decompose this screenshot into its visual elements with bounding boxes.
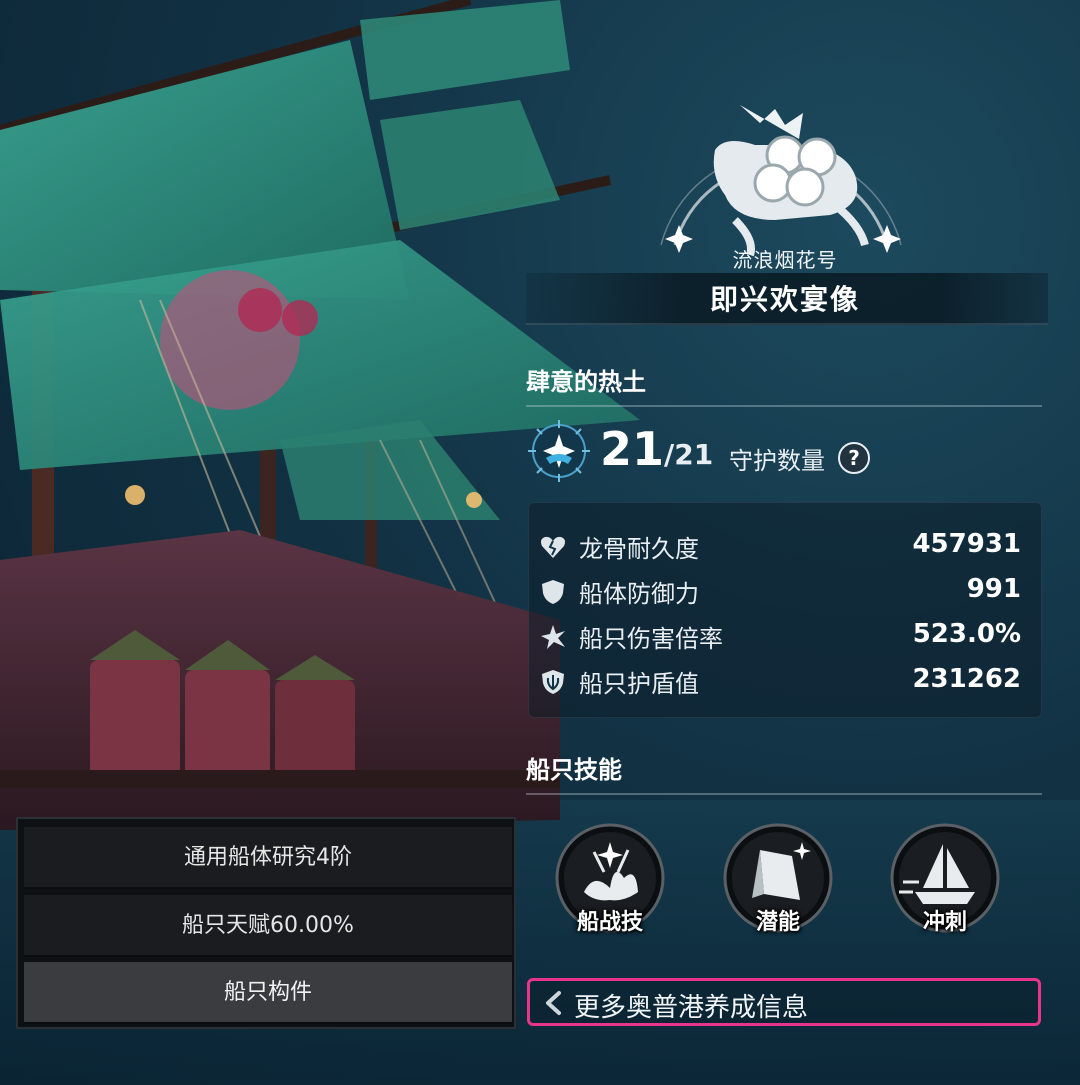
stat-label: 船体防御力 xyxy=(579,580,699,608)
stat-label: 船只伤害倍率 xyxy=(579,625,723,653)
stat-row-shield-value: 船只护盾值 231262 xyxy=(529,660,1043,700)
stat-label: 龙骨耐久度 xyxy=(579,535,699,563)
skill-label: 船战技 xyxy=(576,910,643,935)
menu-item-ship-talent[interactable]: 船只天赋60.00% xyxy=(24,895,512,957)
more-info-button[interactable]: 更多奥普港养成信息 xyxy=(527,978,1041,1026)
menu-item-ship-components[interactable]: 船只构件 xyxy=(24,962,512,1024)
stat-value: 991 xyxy=(966,574,1021,604)
guard-compass-icon xyxy=(528,420,590,482)
more-info-label: 更多奥普港养成信息 xyxy=(574,993,809,1023)
stat-row-hull-defense: 船体防御力 991 xyxy=(529,570,1043,610)
burst-icon xyxy=(541,625,565,649)
guard-shield-icon xyxy=(542,670,564,694)
skill-dash[interactable]: 冲刺 xyxy=(889,822,1001,937)
guard-section-header: 肆意的热土 xyxy=(526,362,1042,407)
ship-name: 流浪烟花号 xyxy=(732,248,838,272)
stat-row-keel-durability: 龙骨耐久度 457931 xyxy=(529,525,1043,565)
stat-value: 457931 xyxy=(912,529,1021,559)
guard-max-count: /21 xyxy=(664,438,714,471)
ship-title: 即兴欢宴像 xyxy=(709,283,860,316)
left-menu-panel: 通用船体研究4阶 船只天赋60.00% 船只构件 xyxy=(16,817,516,1029)
stat-label: 船只护盾值 xyxy=(579,670,699,698)
skill-label: 潜能 xyxy=(755,910,800,935)
stat-row-damage-multiplier: 船只伤害倍率 523.0% xyxy=(529,615,1043,655)
guard-current-count: 21 xyxy=(600,422,665,476)
stat-value: 231262 xyxy=(912,664,1021,694)
menu-item-hull-research[interactable]: 通用船体研究4阶 xyxy=(24,827,512,889)
skill-potential[interactable]: 潜能 xyxy=(722,822,834,937)
question-icon[interactable]: ? xyxy=(838,442,870,474)
skill-label: 冲刺 xyxy=(922,910,967,935)
broken-heart-icon xyxy=(541,536,565,558)
ship-stats-panel: 龙骨耐久度 457931 船体防御力 991 船只伤害倍率 523.0% 船只护… xyxy=(528,502,1042,718)
skills-section-header: 船只技能 xyxy=(526,750,1042,795)
chevron-left-icon xyxy=(546,991,561,1015)
stat-value: 523.0% xyxy=(912,619,1021,649)
guard-count-label: 守护数量 xyxy=(729,447,825,475)
skill-ship-battle[interactable]: 船战技 xyxy=(554,822,666,937)
shield-icon xyxy=(542,580,564,604)
